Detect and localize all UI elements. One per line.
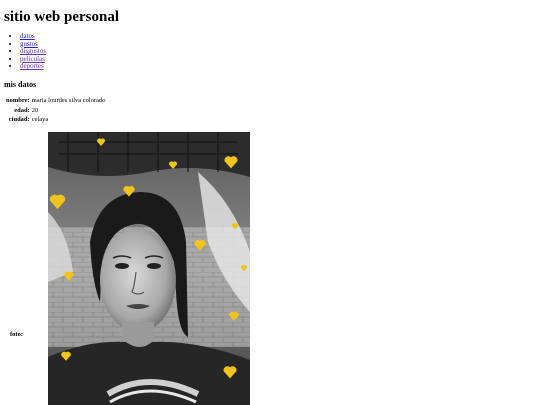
portrait-photo-image: [48, 132, 250, 405]
field-value-edad: 20: [31, 106, 39, 114]
nav-list: datos gustos disgustos peliculas deporte…: [4, 32, 46, 71]
section-title: mis datos: [4, 80, 37, 89]
nav-item-deportes: deportes: [20, 63, 46, 71]
table-row: nombre: maria lourdes silva colorado: [6, 96, 106, 106]
page-title: sitio web personal: [4, 9, 120, 25]
photo-label: foto:: [10, 331, 23, 338]
table-row: ciudad: celaya: [6, 115, 106, 125]
personal-data-table: nombre: maria lourdes silva colorado eda…: [4, 96, 108, 125]
nav-link-deportes[interactable]: deportes: [20, 62, 44, 71]
field-label-ciudad: ciudad:: [8, 116, 30, 124]
field-value-nombre: maria lourdes silva colorado: [31, 97, 106, 105]
table-row: edad: 20: [6, 106, 106, 116]
field-label-edad: edad:: [14, 106, 30, 114]
portrait-photo: [48, 132, 250, 405]
field-value-ciudad: celaya: [31, 116, 49, 124]
field-label-nombre: nombre:: [6, 97, 30, 105]
